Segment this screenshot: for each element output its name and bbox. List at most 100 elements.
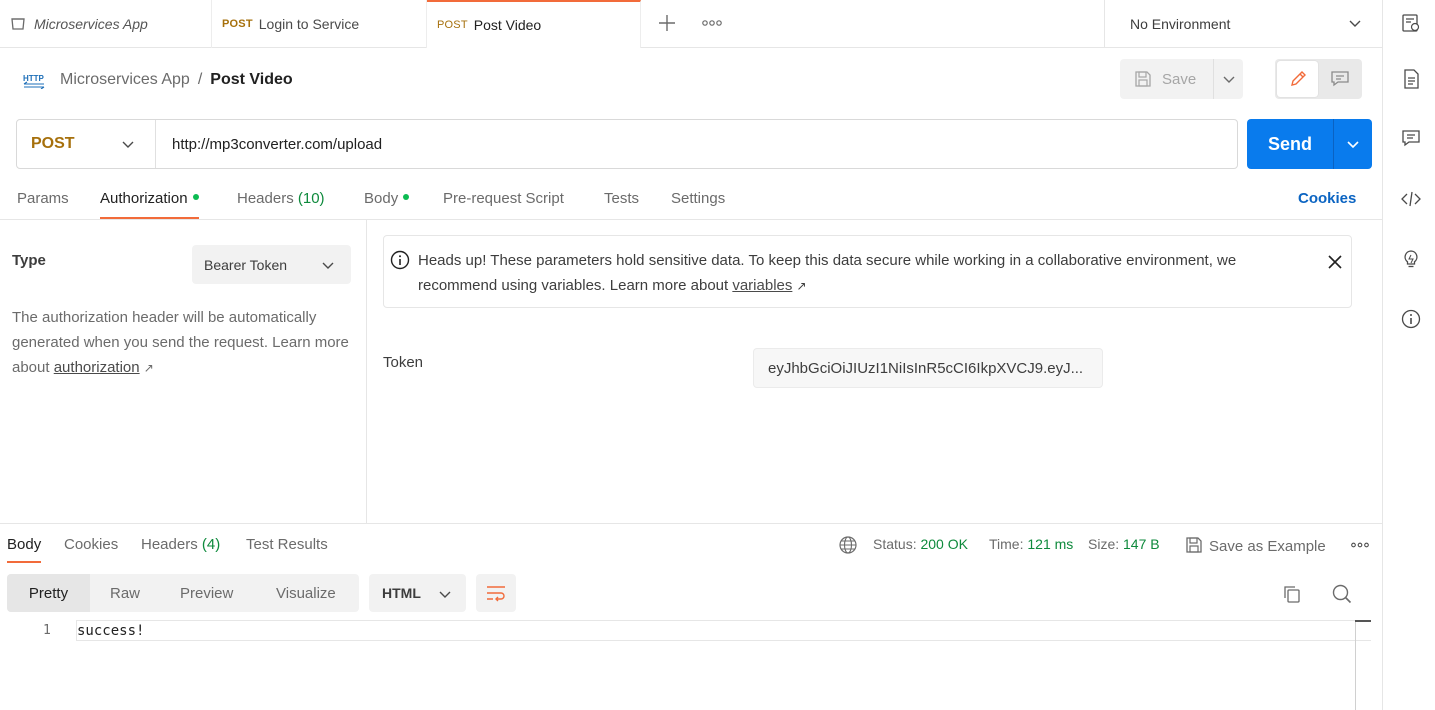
- collection-icon: [11, 18, 25, 30]
- copy-icon[interactable]: [1282, 584, 1302, 604]
- comment-icon: [1331, 71, 1349, 87]
- chevron-down-icon: [1223, 76, 1235, 83]
- method-select[interactable]: POST: [17, 120, 156, 168]
- response-tab-test-results[interactable]: Test Results: [246, 536, 328, 553]
- tab-body[interactable]: Body: [364, 190, 410, 207]
- response-body-editor[interactable]: 1 success!: [0, 620, 1371, 710]
- save-icon: [1186, 537, 1202, 553]
- info-icon[interactable]: [1400, 308, 1422, 330]
- comment-mode-button[interactable]: [1320, 61, 1360, 97]
- save-label: Save: [1162, 70, 1197, 88]
- auth-type-value: Bearer Token: [204, 256, 288, 273]
- send-options-button[interactable]: [1333, 119, 1372, 169]
- tab-collection-overview[interactable]: Microservices App: [0, 0, 212, 48]
- size-readout[interactable]: Size: 147 B: [1088, 536, 1160, 552]
- response-tab-headers[interactable]: Headers (4): [141, 536, 220, 553]
- headers-count: (10): [297, 190, 325, 207]
- right-sidebar: [1382, 0, 1435, 710]
- plus-icon[interactable]: [656, 12, 678, 34]
- response-view-tabs: Pretty Raw Preview Visualize: [7, 574, 359, 612]
- tab-label: Post Video: [473, 17, 542, 33]
- response-format-select[interactable]: HTML: [369, 574, 466, 612]
- env-quicklook-icon[interactable]: [1400, 12, 1422, 34]
- external-link-icon: ↗: [143, 361, 154, 375]
- chevron-down-icon: [122, 141, 134, 148]
- tab-authorization[interactable]: Authorization: [100, 190, 199, 219]
- tab-label: Microservices App: [34, 16, 148, 32]
- breadcrumb-request-name[interactable]: Post Video: [210, 71, 292, 89]
- tab-prerequest-script[interactable]: Pre-request Script: [443, 190, 564, 207]
- tab-body-label: Body: [364, 190, 399, 207]
- svg-text:HTTP: HTTP: [23, 74, 45, 83]
- wrap-icon: [487, 586, 505, 602]
- method-value: POST: [31, 135, 75, 152]
- response-format-value: HTML: [382, 585, 421, 601]
- variables-docs-link[interactable]: variables: [732, 277, 792, 294]
- token-label: Token: [383, 354, 424, 371]
- auth-description: The authorization header will be automat…: [12, 305, 352, 381]
- tab-login-to-service[interactable]: POST Login to Service: [212, 0, 427, 48]
- line-number: 1: [43, 623, 51, 638]
- response-tab-cookies[interactable]: Cookies: [64, 536, 118, 553]
- auth-type-select[interactable]: Bearer Token: [192, 245, 351, 284]
- search-icon[interactable]: [1331, 583, 1353, 605]
- save-icon: [1135, 71, 1151, 87]
- tab-headers[interactable]: Headers (10): [237, 190, 325, 207]
- tab-settings[interactable]: Settings: [671, 190, 725, 207]
- time-readout[interactable]: Time: 121 ms: [989, 536, 1073, 552]
- chevron-down-icon: [439, 591, 451, 598]
- cookies-link[interactable]: Cookies: [1298, 190, 1356, 207]
- docs-icon[interactable]: [1400, 68, 1422, 90]
- globe-icon[interactable]: [838, 535, 858, 555]
- external-link-icon: ↗: [796, 279, 807, 293]
- time-label: Time:: [989, 536, 1024, 552]
- close-icon[interactable]: [1326, 253, 1344, 271]
- breadcrumb: HTTP Microservices App / Post Video: [22, 66, 293, 94]
- save-options-button[interactable]: [1213, 59, 1243, 99]
- notice-message: Heads up! These parameters hold sensitiv…: [418, 252, 1237, 294]
- url-input[interactable]: http://mp3converter.com/upload: [172, 120, 382, 168]
- editor-scrollbar-thumb[interactable]: [1355, 620, 1371, 622]
- status-readout[interactable]: Status: 200 OK: [873, 536, 968, 552]
- breadcrumb-separator: /: [197, 71, 203, 88]
- pencil-icon: [1291, 71, 1306, 86]
- bulb-icon[interactable]: [1400, 248, 1422, 270]
- response-headers-label: Headers: [141, 536, 198, 553]
- view-visualize[interactable]: Visualize: [276, 574, 336, 612]
- tab-params[interactable]: Params: [17, 190, 69, 207]
- tab-post-video[interactable]: POST Post Video: [427, 0, 641, 48]
- http-icon: HTTP: [23, 74, 45, 89]
- response-header: Body Cookies Headers (4) Test Results St…: [0, 523, 1382, 565]
- editor-scrollbar[interactable]: [1355, 620, 1356, 710]
- code-icon[interactable]: [1400, 188, 1422, 210]
- more-icon[interactable]: [1350, 539, 1370, 551]
- more-icon[interactable]: [700, 12, 724, 34]
- view-preview[interactable]: Preview: [180, 574, 233, 612]
- chevron-down-icon: [322, 262, 334, 269]
- token-input[interactable]: eyJhbGciOiJIUzI1NiIsInR5cCI6IkpXVCJ9.eyJ…: [753, 348, 1103, 388]
- tab-label: Login to Service: [258, 16, 360, 32]
- view-pretty[interactable]: Pretty: [7, 574, 90, 612]
- edit-mode-button[interactable]: [1277, 61, 1318, 97]
- save-as-example-button[interactable]: Save as Example: [1185, 536, 1326, 555]
- comment-icon[interactable]: [1400, 127, 1422, 149]
- response-body-text: success!: [77, 623, 145, 639]
- environment-select[interactable]: No Environment: [1104, 0, 1382, 48]
- authorization-docs-link[interactable]: authorization: [54, 359, 140, 376]
- time-value: 121 ms: [1027, 536, 1074, 552]
- response-tab-body[interactable]: Body: [7, 536, 42, 563]
- wrap-lines-button[interactable]: [476, 574, 516, 612]
- modified-dot: [192, 194, 199, 201]
- environment-value: No Environment: [1130, 16, 1231, 32]
- request-tab-bar: Microservices App POST Login to Service …: [0, 0, 1382, 48]
- view-mode-toggle: [1275, 59, 1362, 99]
- save-as-example-label: Save as Example: [1209, 538, 1326, 555]
- tab-tests[interactable]: Tests: [604, 190, 639, 207]
- response-headers-count: (4): [201, 536, 221, 553]
- save-button[interactable]: Save: [1120, 59, 1213, 99]
- tab-method: POST: [437, 19, 468, 31]
- send-button[interactable]: Send: [1247, 119, 1333, 169]
- breadcrumb-collection[interactable]: Microservices App: [60, 71, 190, 89]
- chevron-down-icon: [1347, 141, 1359, 149]
- view-raw[interactable]: Raw: [110, 574, 140, 612]
